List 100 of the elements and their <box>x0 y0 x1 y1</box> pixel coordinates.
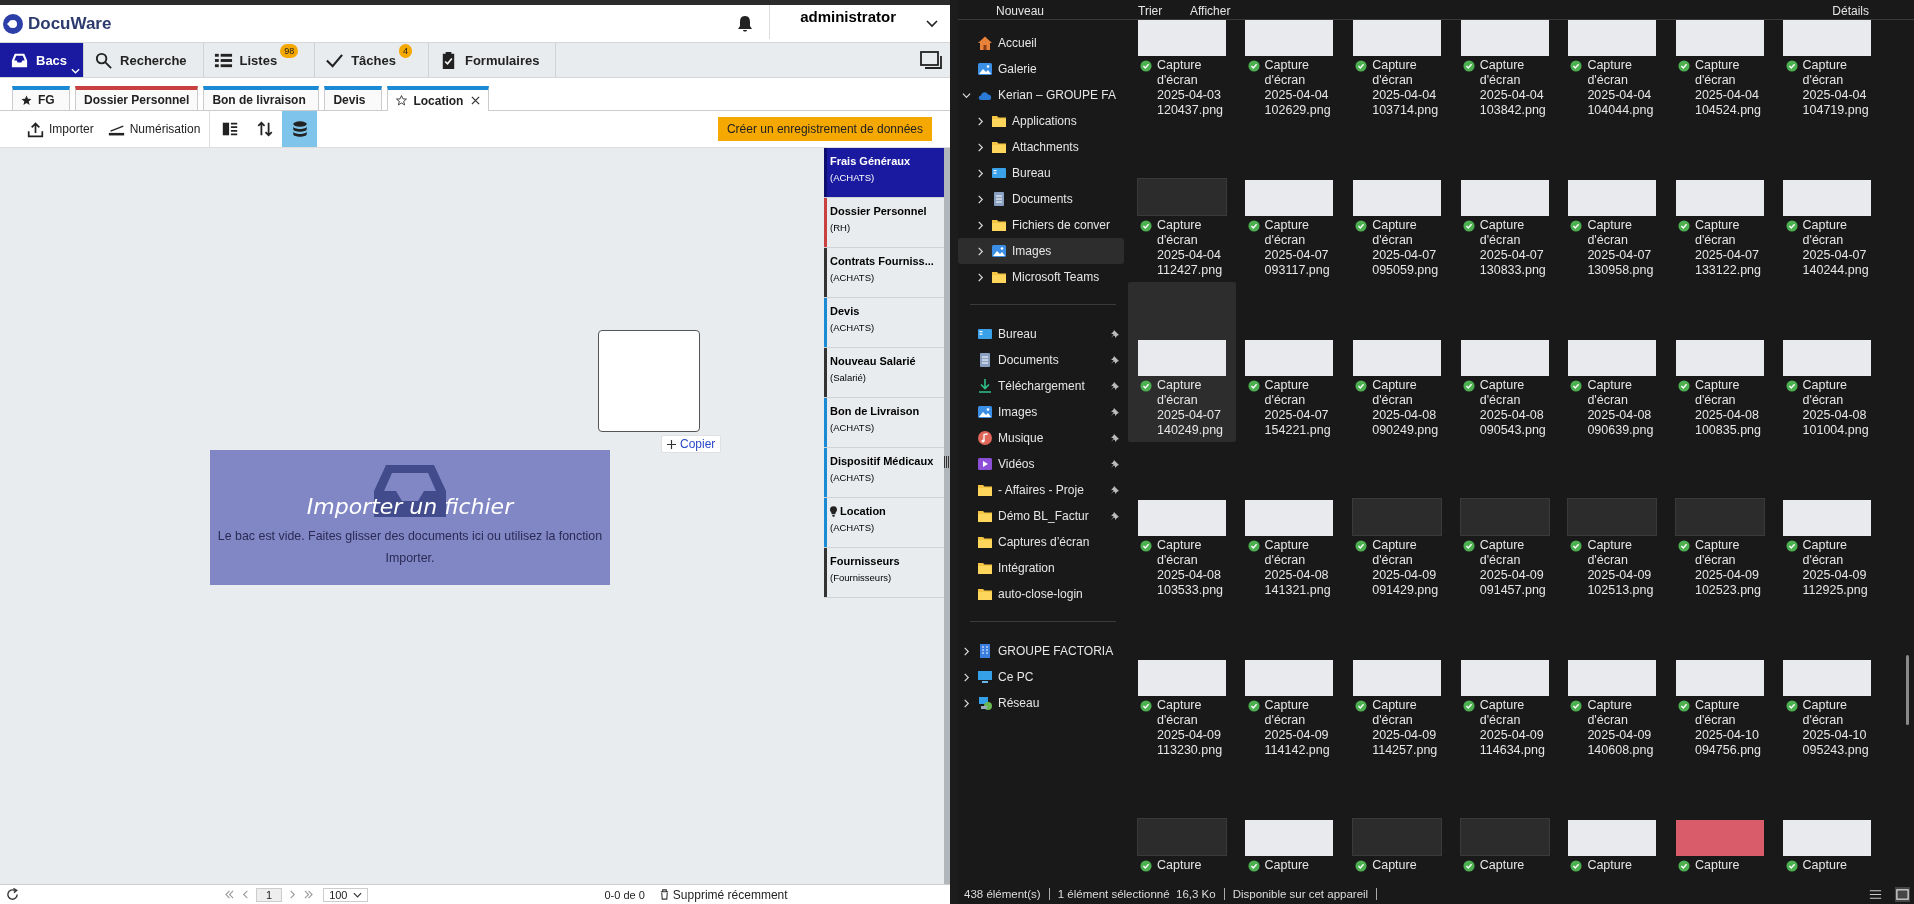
nav-item[interactable]: Applications <box>958 108 1124 134</box>
file-tile[interactable]: Capture d'écran 2025-04-08 103533.png <box>1128 442 1236 602</box>
file-tile[interactable]: Capture d'écran 2025-04-07 154221.png <box>1235 282 1344 442</box>
file-tile[interactable]: Capture d'écran 2025-04-07 095059.png <box>1343 122 1451 282</box>
file-tile[interactable]: Capture d'écran 2025-04-09 102513.png <box>1558 442 1666 602</box>
nav-item[interactable]: Kerian – GROUPE FA <box>958 82 1124 108</box>
chevron-right-icon[interactable] <box>962 672 971 682</box>
chevron-right-icon[interactable] <box>976 246 985 256</box>
file-tile[interactable]: Capture d'écran 2025-04-03 120437.png <box>1128 20 1236 122</box>
nav-item[interactable]: Bureau <box>958 160 1124 186</box>
pin-icon[interactable] <box>1110 459 1120 469</box>
file-tile[interactable]: Capture <box>1773 762 1882 884</box>
scrollbar-thumb[interactable] <box>1906 655 1909 725</box>
nav-item[interactable]: Accueil <box>958 30 1124 56</box>
drop-zone[interactable]: Importer un fichier Le bac est vide. Faites glisser des documents ici ou utilisez la fonction Importer. <box>210 450 610 585</box>
previous-page-icon[interactable] <box>240 890 251 899</box>
cabinet-tab[interactable]: Location <box>387 86 490 111</box>
nav-tab[interactable]: Bacs <box>0 43 85 77</box>
file-tile[interactable]: Capture <box>1665 762 1774 884</box>
file-tile[interactable]: Capture d'écran 2025-04-07 130958.png <box>1558 122 1666 282</box>
file-tile[interactable]: Capture d'écran 2025-04-04 102629.png <box>1235 20 1344 122</box>
nav-item[interactable]: Démo BL_Factur <box>958 503 1124 529</box>
nav-item[interactable]: Documents <box>958 347 1124 373</box>
caret-icon[interactable] <box>71 68 81 74</box>
file-tile[interactable]: Capture d'écran 2025-04-07 093117.png <box>1235 122 1344 282</box>
nav-item[interactable]: Téléchargement <box>958 373 1124 399</box>
nav-item[interactable]: Bureau <box>958 321 1124 347</box>
chevron-right-icon[interactable] <box>976 116 985 126</box>
file-tile[interactable]: Capture d'écran 2025-04-09 140608.png <box>1558 602 1666 762</box>
cabinet-tab[interactable]: Bon de livraison <box>203 86 320 110</box>
file-tile[interactable]: Capture <box>1128 762 1236 884</box>
user-name[interactable]: administrator <box>769 5 926 39</box>
nav-item[interactable]: Attachments <box>958 134 1124 160</box>
toolbar-button[interactable]: Afficher <box>1190 5 1231 18</box>
chevron-right-icon[interactable] <box>976 168 985 178</box>
nav-item[interactable]: Ce PC <box>958 664 1124 690</box>
cabinet-tab[interactable]: Dossier Personnel <box>75 86 199 110</box>
chevron-right-icon[interactable] <box>976 142 985 152</box>
pin-icon[interactable] <box>1110 329 1120 339</box>
file-tile[interactable]: Capture d'écran 2025-04-09 112925.png <box>1773 442 1882 602</box>
file-tile[interactable]: Capture d'écran 2025-04-04 104524.png <box>1665 20 1774 122</box>
file-tile[interactable]: Capture d'écran 2025-04-10 094756.png <box>1665 602 1774 762</box>
toolbar-button[interactable]: Numérisation <box>100 111 208 147</box>
chevron-right-icon[interactable] <box>976 194 985 204</box>
pin-icon[interactable] <box>1110 433 1120 443</box>
resize-handle[interactable] <box>944 456 950 468</box>
file-tile[interactable]: Capture d'écran 2025-04-04 103714.png <box>1343 20 1451 122</box>
file-tile[interactable]: Capture <box>1235 762 1344 884</box>
file-tile[interactable]: Capture <box>1343 762 1451 884</box>
file-tile[interactable]: Capture d'écran 2025-04-04 104044.png <box>1558 20 1666 122</box>
chevron-right-icon[interactable] <box>962 646 971 656</box>
chevron-right-icon[interactable] <box>976 220 985 230</box>
file-tile[interactable]: Capture d'écran 2025-04-07 130833.png <box>1450 122 1559 282</box>
pin-icon[interactable] <box>1110 407 1120 417</box>
file-tile[interactable]: Capture d'écran 2025-04-07 140249.png <box>1128 282 1236 442</box>
nav-item[interactable]: Microsoft Teams <box>958 264 1124 290</box>
pin-icon[interactable] <box>1110 511 1120 521</box>
window-icon[interactable] <box>920 51 942 69</box>
first-page-icon[interactable] <box>224 890 235 899</box>
refresh-icon[interactable] <box>6 888 19 901</box>
tiles-view-icon[interactable] <box>1895 886 1910 902</box>
file-tile[interactable]: Capture <box>1558 762 1666 884</box>
pin-icon[interactable] <box>1110 485 1120 495</box>
file-tile[interactable]: Capture d'écran 2025-04-08 090543.png <box>1450 282 1559 442</box>
file-tile[interactable]: Capture d'écran 2025-04-09 113230.png <box>1128 602 1236 762</box>
nav-item[interactable]: Images <box>958 238 1124 264</box>
toolbar-button[interactable]: Importer <box>20 111 101 147</box>
file-tile[interactable]: Capture d'écran 2025-04-08 090249.png <box>1343 282 1451 442</box>
file-tile[interactable]: Capture d'écran 2025-04-09 091457.png <box>1450 442 1559 602</box>
nav-item[interactable]: - Affaires - Proje <box>958 477 1124 503</box>
nav-item[interactable]: Fichiers de conver <box>958 212 1124 238</box>
chevron-right-icon[interactable] <box>976 272 985 282</box>
file-tile[interactable]: Capture <box>1450 762 1559 884</box>
file-tile[interactable]: Capture d'écran 2025-04-08 101004.png <box>1773 282 1882 442</box>
pin-icon[interactable] <box>1110 355 1120 365</box>
file-tile[interactable]: Capture d'écran 2025-04-09 114257.png <box>1343 602 1451 762</box>
last-page-icon[interactable] <box>303 890 315 899</box>
file-tile[interactable]: Capture d'écran 2025-04-04 103842.png <box>1450 20 1559 122</box>
nav-item[interactable]: GROUPE FACTORIA <box>958 638 1124 664</box>
toolbar-button[interactable]: Détails <box>1832 5 1869 18</box>
nav-item[interactable]: Intégration <box>958 555 1124 581</box>
chevron-down-icon[interactable] <box>962 90 971 100</box>
toolbar-button[interactable]: Nouveau <box>996 5 1045 18</box>
close-icon[interactable] <box>471 96 481 105</box>
cabinet-tab[interactable]: FG <box>12 86 70 110</box>
file-tile[interactable]: Capture d'écran 2025-04-04 104719.png <box>1773 20 1882 122</box>
view-button[interactable] <box>282 111 318 147</box>
chevron-down-icon[interactable] <box>926 19 938 28</box>
file-tile[interactable]: Capture d'écran 2025-04-08 100835.png <box>1665 282 1774 442</box>
nav-item[interactable]: Vidéos <box>958 451 1124 477</box>
nav-item[interactable]: Images <box>958 399 1124 425</box>
cabinet-tab[interactable]: Devis <box>324 86 383 110</box>
file-tile[interactable]: Capture d'écran 2025-04-09 102523.png <box>1665 442 1774 602</box>
file-tile[interactable]: Capture d'écran 2025-04-07 140244.png <box>1773 122 1882 282</box>
chevron-right-icon[interactable] <box>962 698 971 708</box>
nav-item[interactable]: Documents <box>958 186 1124 212</box>
copy-button[interactable]: Copier <box>661 435 722 453</box>
pin-icon[interactable] <box>1110 381 1120 391</box>
nav-item[interactable]: Réseau <box>958 690 1124 716</box>
recently-deleted-link[interactable]: Supprimé récemment <box>658 887 788 902</box>
